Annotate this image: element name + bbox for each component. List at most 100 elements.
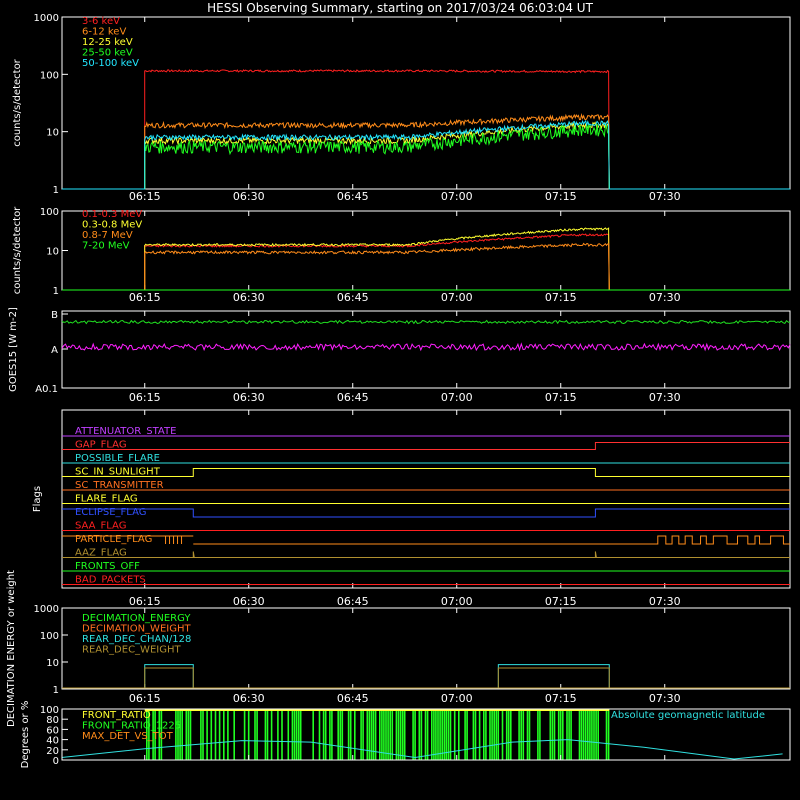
y-tick-label: 60 (46, 725, 59, 736)
flag-line (62, 551, 790, 558)
plot-panels: 06:15 06:30 06:45 07:00 07:15 07:301101001000… (6, 13, 791, 769)
x-tick-label: 07:15 (545, 391, 577, 404)
y-tick-label: 1 (53, 685, 59, 696)
legend-entry: 3-6 keV (82, 16, 120, 27)
series-line (62, 122, 790, 190)
flag-line (62, 508, 790, 518)
panel-frame-1 (61, 210, 791, 291)
y-axis-label: GOES15 [W m-2] (8, 307, 19, 392)
x-tick-label: 07:00 (441, 391, 473, 404)
x-tick-label: 06:45 (337, 190, 369, 203)
legend-entry: GAP_FLAG (75, 440, 127, 451)
y-axis-label: counts/s/detector (12, 58, 23, 146)
x-tick-label: 07:15 (545, 595, 577, 608)
x-tick-label: 07:30 (649, 595, 681, 608)
legend-entry: REAR_DEC_CHAN/128 (82, 634, 191, 645)
x-tick-label: 06:30 (233, 692, 265, 705)
x-tick-label: 06:30 (233, 190, 265, 203)
legend-entry: SC_TRANSMITTER (75, 480, 164, 491)
figure-title: HESSI Observing Summary, starting on 201… (207, 1, 593, 15)
legend-entry: DECIMATION_ENERGY (82, 613, 191, 624)
x-tick-label: 07:15 (545, 190, 577, 203)
y-tick-label: 1000 (34, 604, 59, 615)
x-tick-label: 07:00 (441, 595, 473, 608)
x-tick-label: 07:30 (649, 291, 681, 304)
legend-entry: 0.1-0.3 MeV (82, 209, 142, 220)
legend-entry: 0.8-7 MeV (82, 230, 133, 241)
y-tick-label: A (51, 345, 58, 356)
y-axis-label: Flags (32, 486, 43, 512)
series-line (61, 319, 791, 325)
x-tick-label: 07:15 (545, 291, 577, 304)
y-tick-label: 100 (40, 70, 59, 81)
y-tick-label: 80 (46, 715, 59, 726)
x-tick-label: 06:45 (337, 291, 369, 304)
legend-entry: 50-100 keV (82, 58, 139, 69)
series-line (62, 227, 790, 291)
x-tick-label: 06:45 (337, 595, 369, 608)
y-tick-label: 10 (46, 247, 59, 258)
legend-entry: PARTICLE_FLAG (75, 534, 152, 545)
legend-entry: ATTENUATOR_STATE (75, 426, 176, 437)
y-tick-label: A0.1 (35, 384, 58, 395)
legend-entry: 12-25 keV (82, 37, 133, 48)
legend-entry: FRONTS_OFF (75, 561, 140, 572)
y-tick-label: 10 (46, 658, 59, 669)
flag-line (62, 535, 790, 545)
y-tick-label: 20 (46, 746, 59, 757)
flag-line (62, 442, 790, 450)
x-tick-label: 06:30 (233, 291, 265, 304)
x-tick-label: 06:30 (233, 391, 265, 404)
y-tick-label: 1000 (34, 13, 59, 24)
x-tick-label: 06:15 (129, 692, 161, 705)
x-tick-label: 07:30 (649, 190, 681, 203)
legend-entry: AAZ_FLAG (75, 548, 127, 559)
legend-entry: ECLIPSE_FLAG (75, 507, 146, 518)
legend-entry: 0.3-0.8 MeV (82, 220, 142, 231)
legend-entry: FRONT_RATIO (82, 710, 151, 721)
y-tick-label: 40 (46, 736, 59, 747)
y-axis-label: Degrees or % (20, 701, 31, 769)
x-tick-label: 06:30 (233, 595, 265, 608)
legend-entry: POSSIBLE_FLARE (75, 453, 160, 464)
x-tick-label: 07:30 (649, 391, 681, 404)
y-axis-label: counts/s/detector (12, 206, 23, 294)
x-tick-label: 07:00 (441, 190, 473, 203)
x-tick-label: 07:00 (441, 291, 473, 304)
legend-entry: 7-20 MeV (82, 241, 130, 252)
series-line (62, 242, 790, 291)
series-line (62, 112, 790, 190)
y-tick-label: 100 (40, 207, 59, 218)
x-tick-label: 06:15 (129, 291, 161, 304)
y-tick-label: B (51, 310, 58, 321)
legend-entry: FRONT_RATIO_1225 (82, 721, 181, 732)
legend-entry: REAR_DEC_WEIGHT (82, 645, 181, 656)
y-tick-label: 100 (40, 631, 59, 642)
x-tick-label: 06:45 (337, 692, 369, 705)
x-tick-label: 07:15 (545, 692, 577, 705)
legend-entry: 25-50 keV (82, 48, 133, 59)
panel-frame-0 (61, 16, 791, 190)
y-tick-label: 1 (53, 185, 59, 196)
series-line (62, 69, 790, 190)
legend-entry: Absolute geomagnetic latitude (611, 710, 765, 721)
x-tick-label: 06:45 (337, 391, 369, 404)
x-tick-label: 07:30 (649, 692, 681, 705)
y-tick-label: 10 (46, 128, 59, 139)
legend-entry: BAD_PACKETS (75, 575, 146, 586)
x-tick-label: 07:00 (441, 692, 473, 705)
y-tick-label: 100 (40, 705, 59, 716)
x-tick-label: 06:15 (129, 190, 161, 203)
series-line (61, 342, 791, 352)
legend-entry: MAX_DET_VS_TOT (82, 731, 174, 742)
legend-entry: SC_IN_SUNLIGHT (75, 467, 161, 478)
legend-entry: DECIMATION_WEIGHT (82, 624, 191, 635)
y-tick-label: 1 (53, 286, 59, 297)
series-line (62, 120, 790, 190)
hessi-summary-figure: HESSI Observing Summary, starting on 201… (6, 1, 791, 769)
series-line (62, 119, 790, 190)
flag-line (62, 468, 790, 477)
series-line (62, 667, 790, 689)
y-axis-label: DECIMATION ENERGY or weight (6, 570, 17, 727)
x-tick-label: 06:15 (129, 595, 161, 608)
